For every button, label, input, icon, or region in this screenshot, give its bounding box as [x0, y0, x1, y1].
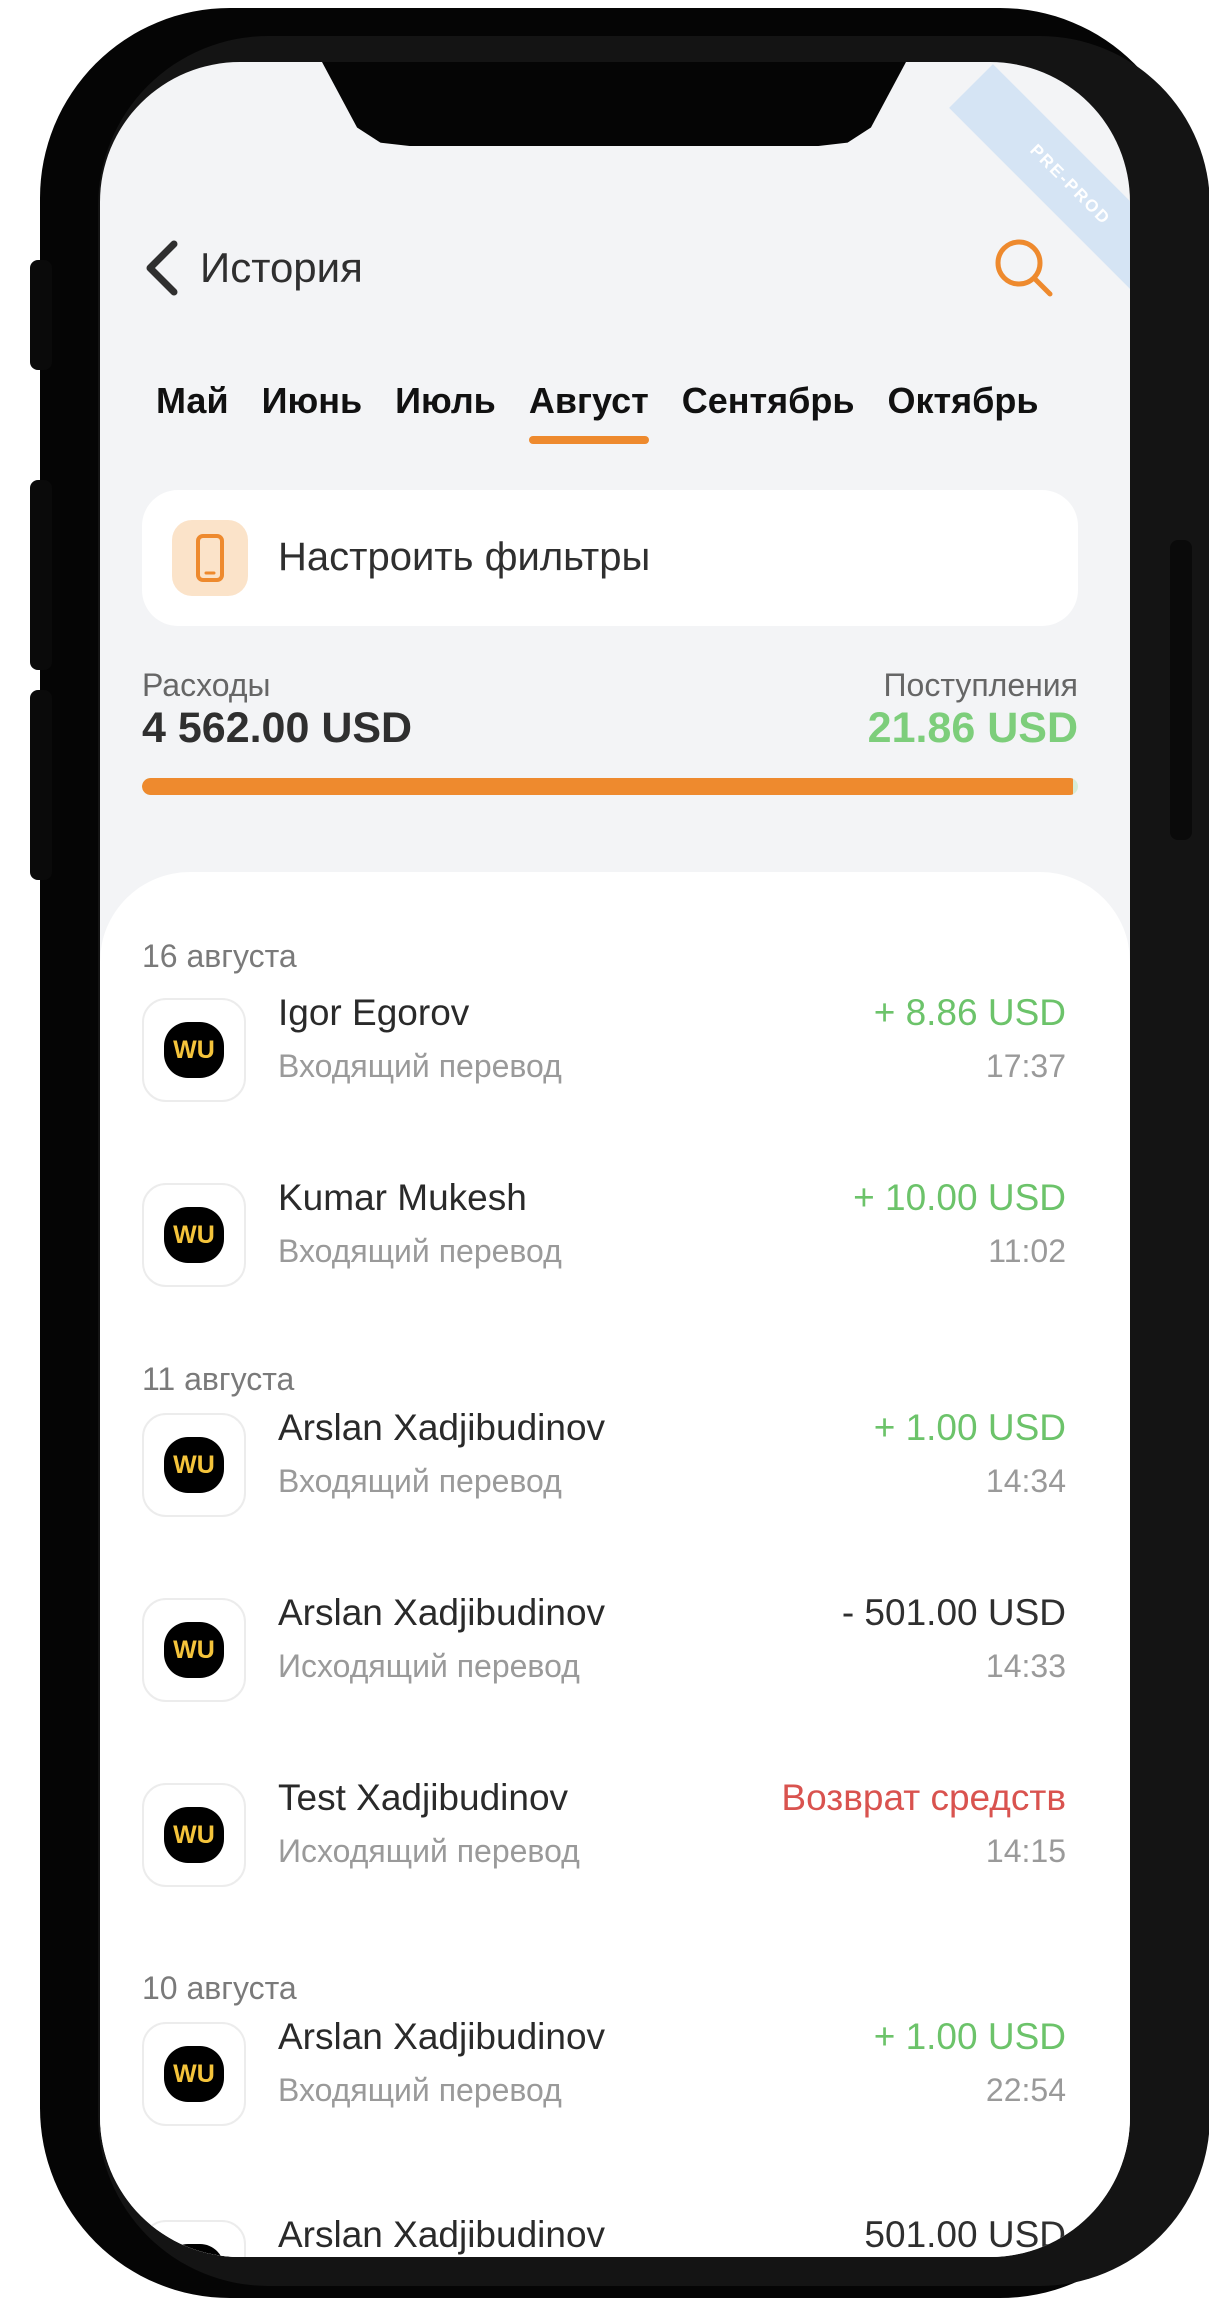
transaction-time: 22:54: [985, 2072, 1066, 2108]
expenses-label: Расходы: [142, 667, 271, 703]
side-button-mute: [30, 260, 52, 370]
transaction-name: Arslan Xadjibudinov: [278, 2214, 606, 2255]
transaction-amount: Возврат средств: [781, 1777, 1066, 1818]
western-union-icon: WU: [164, 2244, 224, 2257]
merchant-logo: WU: [142, 1598, 246, 1702]
transaction-row[interactable]: WU Arslan Xadjibudinov Входящий перевод + 1…: [100, 2016, 1130, 2156]
date-group-label: 10 августа: [142, 1970, 297, 2006]
month-tab[interactable]: Май: [156, 380, 229, 422]
filter-label: Настроить фильтры: [278, 535, 651, 579]
back-arrow-icon[interactable]: [142, 240, 186, 296]
transaction-amount: + 10.00 USD: [853, 1177, 1066, 1218]
transaction-amount: + 8.86 USD: [873, 992, 1066, 1033]
merchant-logo: WU: [142, 1783, 246, 1887]
income-value: 21.86 USD: [867, 704, 1078, 752]
transaction-row[interactable]: WU Igor Egorov Входящий перевод + 8.86 USD 1…: [100, 992, 1130, 1132]
transaction-row[interactable]: WU Test Xadjibudinov Исходящий перевод Возв…: [100, 1777, 1130, 1917]
month-tab[interactable]: Октябрь: [888, 380, 1039, 422]
transaction-name: Test Xadjibudinov: [278, 1777, 569, 1818]
side-button-volume-up: [30, 480, 52, 670]
transaction-time: 14:33: [985, 1648, 1066, 1684]
transaction-row[interactable]: WU Kumar Mukesh Входящий перевод + 10.00 US…: [100, 1177, 1130, 1317]
western-union-icon: WU: [164, 1437, 224, 1493]
filter-icon-tile: [172, 520, 248, 596]
transaction-type: Входящий перевод: [278, 2072, 562, 2108]
transaction-time: 14:15: [985, 1833, 1066, 1869]
transaction-time: 14:34: [985, 1463, 1066, 1499]
expense-income-bar: [142, 778, 1078, 795]
merchant-logo: WU: [142, 2022, 246, 2126]
merchant-logo: WU: [142, 1183, 246, 1287]
transaction-type: Входящий перевод: [278, 1048, 562, 1084]
transaction-row[interactable]: WU Arslan Xadjibudinov Входящий перевод + 1…: [100, 1407, 1130, 1547]
income-label: Поступления: [883, 667, 1078, 703]
merchant-logo: WU: [142, 998, 246, 1102]
transaction-name: Arslan Xadjibudinov: [278, 1592, 606, 1633]
merchant-logo: WU: [142, 1413, 246, 1517]
western-union-icon: WU: [164, 2046, 224, 2102]
month-tab[interactable]: Август: [528, 380, 649, 444]
notch: [322, 62, 906, 146]
filter-button[interactable]: Настроить фильтры: [142, 490, 1078, 626]
western-union-icon: WU: [164, 1207, 224, 1263]
transaction-amount: 501.00 USD: [864, 2214, 1066, 2255]
phone-icon: [196, 534, 224, 582]
month-tab[interactable]: Сентябрь: [682, 380, 855, 422]
month-tab[interactable]: Июль: [395, 380, 496, 422]
side-button-volume-down: [30, 690, 52, 880]
header-bar: История: [142, 222, 1082, 302]
transaction-list: 16 августа WU Igor Egorov Входящий перевод +…: [100, 872, 1130, 2257]
side-button-power: [1170, 540, 1192, 840]
expense-bar-fill: [142, 778, 1074, 795]
transaction-type: Входящий перевод: [278, 1233, 562, 1269]
transaction-time: 11:02: [988, 1233, 1066, 1269]
transaction-time: 17:37: [985, 1048, 1066, 1084]
transaction-name: Kumar Mukesh: [278, 1177, 527, 1218]
western-union-icon: WU: [164, 1807, 224, 1863]
transaction-name: Igor Egorov: [278, 992, 470, 1033]
transaction-amount: + 1.00 USD: [873, 1407, 1066, 1448]
transaction-row[interactable]: WU Arslan Xadjibudinov 501.00 USD: [100, 2214, 1130, 2257]
transaction-name: Arslan Xadjibudinov: [278, 2016, 606, 2057]
date-group-label: 11 августа: [142, 1361, 295, 1397]
transaction-amount: + 1.00 USD: [873, 2016, 1066, 2057]
search-icon[interactable]: [992, 236, 1056, 300]
transaction-type: Входящий перевод: [278, 1463, 562, 1499]
transaction-type: Исходящий перевод: [278, 1648, 580, 1684]
page-title: История: [200, 244, 363, 291]
expenses-value: 4 562.00 USD: [142, 704, 413, 752]
month-tab[interactable]: Июнь: [262, 380, 363, 422]
transaction-row[interactable]: WU Arslan Xadjibudinov Исходящий перевод - …: [100, 1592, 1130, 1732]
merchant-logo: WU: [142, 2220, 246, 2257]
transaction-amount: - 501.00 USD: [841, 1592, 1066, 1633]
app-screen: PRE-PROD История Май Июнь Июль Август Сентяб…: [100, 62, 1130, 2257]
transaction-type: Исходящий перевод: [278, 1833, 580, 1869]
western-union-icon: WU: [164, 1622, 224, 1678]
transaction-name: Arslan Xadjibudinov: [278, 1407, 606, 1448]
month-tabs: Май Июнь Июль Август Сентябрь Октябрь: [156, 380, 1072, 460]
date-group-label: 16 августа: [142, 938, 297, 974]
western-union-icon: WU: [164, 1022, 224, 1078]
